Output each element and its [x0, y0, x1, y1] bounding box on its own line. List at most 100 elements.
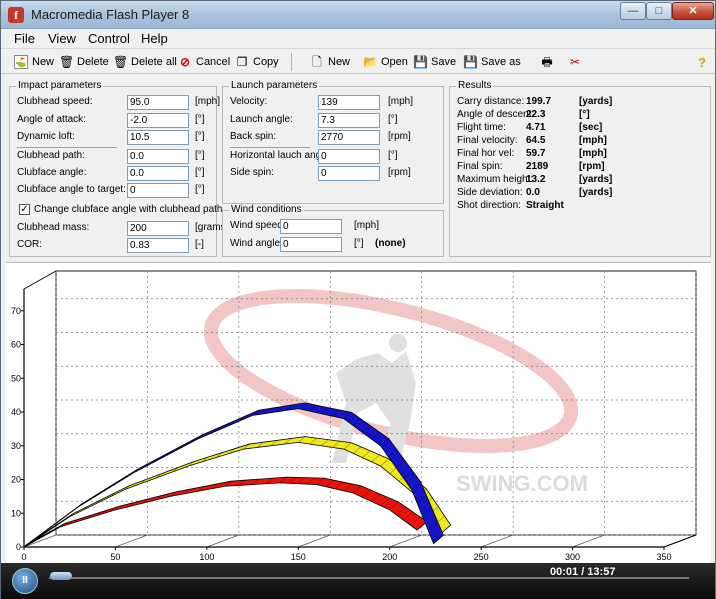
settings-button[interactable]: ✂	[568, 53, 582, 71]
floor-depth-line	[389, 534, 422, 548]
floor-depth-line	[206, 534, 239, 548]
close-button[interactable]: ✕	[672, 2, 714, 20]
copy-label: Copy	[253, 56, 279, 68]
maximum-height-value: 13.2	[526, 174, 546, 185]
watermark-text: SWING.COM	[456, 471, 588, 496]
horizontal-launch-angle-label: Horizontal lauch angle:	[230, 150, 332, 161]
angle-of-attack-row: Angle of attack: -2.0 [°]	[17, 113, 215, 128]
final-spin-unit: [rpm]	[579, 161, 605, 172]
clubface-angle-label: Clubface angle:	[17, 167, 87, 178]
flash-player-window: f Macromedia Flash Player 8 — □ ✕ File V…	[0, 0, 716, 599]
angle-of-descent-unit: [°]	[579, 109, 590, 120]
cor-unit: [-]	[195, 239, 204, 250]
clubhead-path-row: Clubhead path: 0.0 [°]	[17, 147, 215, 164]
horizontal-launch-angle-input[interactable]: 0	[318, 149, 380, 164]
side-spin-input[interactable]: 0	[318, 166, 380, 181]
final-velocity-unit: [mph]	[579, 135, 607, 146]
help-button[interactable]: ?	[698, 53, 706, 71]
final-hor-vel-value: 59.7	[526, 148, 546, 159]
pause-button[interactable]: II	[12, 568, 38, 594]
clubface-angle-to-target-unit: [°]	[195, 184, 205, 195]
velocity-input[interactable]: 139	[318, 95, 380, 110]
wind-speed-unit: [mph]	[354, 220, 380, 231]
clubhead-speed-input[interactable]: 95.0	[127, 95, 189, 110]
clubface-angle-unit: [°]	[195, 167, 205, 178]
cor-input[interactable]: 0.83	[127, 238, 189, 253]
clubhead-path-input[interactable]: 0.0	[127, 149, 189, 164]
y-tick-label: 60	[11, 340, 21, 350]
delete-label: Delete	[77, 56, 109, 68]
seek-handle[interactable]	[49, 572, 72, 580]
clubhead-path-unit: [°]	[195, 150, 205, 161]
launch-angle-unit: [°]	[388, 114, 398, 125]
clubface-angle-to-target-label: Clubface angle to target:	[17, 184, 126, 195]
wind-conditions-panel: Wind conditions Wind speed: 0 [mph] Wind…	[222, 204, 444, 257]
clubhead-mass-input[interactable]: 200	[127, 221, 189, 236]
wind-angle-input[interactable]: 0	[280, 237, 342, 252]
save-as-icon: 💾	[463, 55, 478, 69]
side-spin-unit: [rpm]	[388, 167, 411, 178]
new-file-button[interactable]: 🗋 New	[310, 53, 350, 71]
floor-depth-line	[298, 534, 331, 548]
change-clubface-checkbox[interactable]: ✓	[19, 204, 30, 215]
carry-distance-unit: [yards]	[579, 96, 613, 107]
delete-all-button[interactable]: 🗑 Delete all	[113, 53, 177, 71]
save-button[interactable]: 💾 Save	[413, 53, 456, 71]
minimize-button[interactable]: —	[620, 2, 646, 20]
final-velocity-value: 64.5	[526, 135, 546, 146]
delete-button[interactable]: 🗑 Delete	[59, 53, 109, 71]
clubface-angle-input[interactable]: 0.0	[127, 166, 189, 181]
maximum-height-label: Maximum height:	[457, 174, 534, 185]
angle-of-attack-input[interactable]: -2.0	[127, 113, 189, 128]
back-spin-unit: [rpm]	[388, 131, 411, 142]
wind-speed-row: Wind speed: 0 [mph]	[230, 219, 442, 234]
dynamic-loft-input[interactable]: 10.5	[127, 130, 189, 145]
wind-conditions-title: Wind conditions	[229, 204, 304, 215]
x-tick-label: 300	[565, 552, 580, 562]
new-shot-button[interactable]: ⛳ New	[14, 53, 54, 71]
final-spin-label: Final spin:	[457, 161, 503, 172]
save-icon: 💾	[413, 55, 428, 69]
trajectory-ribbon	[23, 402, 444, 548]
back-spin-input[interactable]: 2770	[318, 130, 380, 145]
toolbar: ⛳ New 🗑 Delete 🗑 Delete all ⊘ Cancel ❐ C…	[1, 50, 715, 74]
clubhead-mass-label: Clubhead mass:	[17, 222, 90, 233]
results-title: Results	[456, 80, 494, 91]
cor-label: COR:	[17, 239, 42, 250]
x-tick-label: 200	[382, 552, 397, 562]
menu-control[interactable]: Control	[88, 31, 130, 46]
printer-icon: 🖶	[541, 55, 553, 69]
wind-speed-label: Wind speed:	[230, 220, 286, 231]
menu-help[interactable]: Help	[141, 31, 168, 46]
print-button[interactable]: 🖶	[540, 53, 554, 71]
clubface-angle-to-target-input[interactable]: 0	[127, 183, 189, 198]
new-file-icon: 🗋	[312, 55, 322, 69]
clubface-angle-to-target-row: Clubface angle to target: 0 [°]	[17, 183, 215, 198]
launch-angle-row: Launch angle: 7.3 [°]	[230, 113, 442, 128]
menu-file[interactable]: File	[14, 31, 35, 46]
y-tick-label: 30	[11, 441, 21, 451]
back-spin-row: Back spin: 2770 [rpm]	[230, 130, 442, 145]
wind-speed-input[interactable]: 0	[280, 219, 342, 234]
x-tick-label: 0	[21, 552, 26, 562]
impact-parameters-title: Impact parameters	[16, 80, 104, 91]
maximize-button[interactable]: □	[646, 2, 672, 20]
launch-angle-input[interactable]: 7.3	[318, 113, 380, 128]
trajectory-ribbon	[23, 476, 428, 548]
wind-angle-unit: [°]	[354, 238, 364, 249]
window-title: Macromedia Flash Player 8	[31, 7, 190, 22]
menu-view[interactable]: View	[48, 31, 76, 46]
save-as-button[interactable]: 💾 Save as	[463, 53, 521, 71]
horizontal-launch-angle-unit: [°]	[388, 150, 398, 161]
y-tick-label: 0	[16, 542, 21, 552]
results-panel: Results Carry distance: 199.7 [yards] An…	[449, 80, 711, 257]
cancel-button[interactable]: ⊘ Cancel	[178, 53, 230, 71]
flash-app-icon: f	[8, 7, 24, 23]
open-button[interactable]: 📂 Open	[363, 53, 408, 71]
clubhead-speed-row: Clubhead speed: 95.0 [mph]	[17, 95, 220, 110]
y-tick-label: 70	[11, 306, 21, 316]
copy-button[interactable]: ❐ Copy	[235, 53, 279, 71]
x-tick-label: 350	[656, 552, 671, 562]
x-tick-label: 250	[474, 552, 489, 562]
new-shot-icon: ⛳	[14, 55, 28, 69]
